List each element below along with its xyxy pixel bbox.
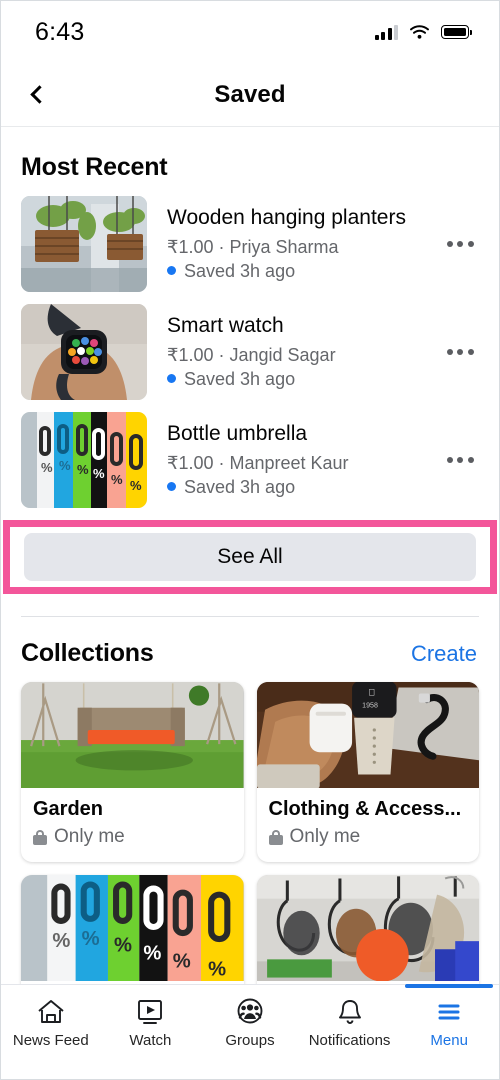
collection-thumbnail <box>256 875 479 981</box>
tab-label: Notifications <box>308 1032 391 1049</box>
page-title: Saved <box>214 80 286 108</box>
phone-screen: 6:43 Saved Most Recent Wooden hanging pl… <box>0 0 500 1080</box>
collection-thumbnail: %% %% %% <box>21 875 244 981</box>
saved-item-info: Bottle umbrella ₹1.00 · Manpreet Kaur Sa… <box>147 421 439 499</box>
collection-privacy: Only me <box>33 826 232 848</box>
saved-item-row[interactable]: Smart watch ₹1.00 · Jangid Sagar Saved 3… <box>1 298 499 406</box>
saved-item-thumbnail <box>21 304 147 400</box>
svg-text:%: % <box>93 466 105 481</box>
svg-text:%: % <box>59 458 71 473</box>
battery-full-icon <box>441 25 472 39</box>
saved-item-timestamp: Saved 3h ago <box>167 475 439 499</box>
video-play-icon <box>134 997 166 1027</box>
status-bar-clock: 6:43 <box>35 17 85 46</box>
saved-item-time-label: Saved 3h ago <box>184 260 296 281</box>
cellular-bars-icon <box>374 24 398 40</box>
tab-label: Watch <box>129 1032 172 1049</box>
unread-dot-icon <box>167 266 176 276</box>
tab-news-feed[interactable]: News Feed <box>1 993 101 1049</box>
svg-text:1958: 1958 <box>362 703 378 710</box>
saved-item-meta: ₹1.00 · Priya Sharma <box>167 236 339 257</box>
collection-card-body: Garden Only me <box>21 788 244 862</box>
collection-privacy-label: Only me <box>54 826 125 847</box>
svg-text:%: % <box>208 959 226 981</box>
saved-item-info: Smart watch ₹1.00 · Jangid Sagar Saved 3… <box>147 313 439 391</box>
tab-menu[interactable]: Menu <box>399 984 499 1049</box>
collection-card[interactable]: Garden Only me <box>21 682 244 862</box>
collection-privacy-label: Only me <box>289 826 361 847</box>
saved-item-menu-button[interactable] <box>439 439 481 481</box>
saved-item-title: Smart watch <box>167 313 284 337</box>
collection-card[interactable]: Backyard Only me <box>256 875 479 984</box>
scroll-content[interactable]: Most Recent Wooden hanging planters ₹1.0… <box>1 127 499 984</box>
active-tab-indicator <box>405 984 493 988</box>
groups-icon <box>234 997 266 1027</box>
lock-icon <box>33 829 47 845</box>
svg-text:%: % <box>77 462 89 477</box>
page-header: Saved <box>1 63 499 127</box>
saved-item-info: Wooden hanging planters ₹1.00 · Priya Sh… <box>147 205 439 283</box>
collections-grid: Garden Only me 1958 Clothing & Access...… <box>1 682 499 984</box>
wifi-icon <box>409 24 430 40</box>
svg-text:%: % <box>52 930 70 952</box>
saved-item-timestamp: Saved 3h ago <box>167 259 439 283</box>
saved-item-menu-button[interactable] <box>439 331 481 373</box>
svg-text::  <box>368 688 375 698</box>
svg-text:%: % <box>82 928 100 950</box>
collection-card-body: Clothing & Access... Only me <box>257 788 480 862</box>
create-collection-link[interactable]: Create <box>411 641 477 667</box>
tab-label: News Feed <box>12 1032 89 1049</box>
tab-label: Groups <box>225 1032 275 1049</box>
svg-text:%: % <box>143 942 161 964</box>
tab-notifications[interactable]: Notifications <box>300 993 400 1049</box>
svg-text:%: % <box>41 460 53 475</box>
saved-item-time-label: Saved 3h ago <box>184 368 296 389</box>
collection-name: Garden <box>33 798 104 820</box>
saved-item-meta: ₹1.00 · Manpreet Kaur <box>167 452 349 473</box>
collection-privacy: Only me <box>268 826 468 848</box>
saved-item-title: Bottle umbrella <box>167 421 308 445</box>
tab-groups[interactable]: Groups <box>200 993 300 1049</box>
saved-item-title: Wooden hanging planters <box>167 205 406 229</box>
saved-item-time-label: Saved 3h ago <box>184 476 296 497</box>
tab-label: Menu <box>430 1032 468 1049</box>
see-all-section: See All <box>1 514 499 594</box>
chevron-left-icon <box>29 85 49 104</box>
saved-item-thumbnail: %% %% %% <box>21 412 147 508</box>
saved-item-row[interactable]: %% %% %% Bottle umbrella ₹1.00 · Manpree… <box>1 406 499 514</box>
lock-icon <box>268 829 283 845</box>
collection-card[interactable]:  1958 Clothing & Access... Only me <box>256 682 480 862</box>
collections-heading: Collections <box>21 639 154 667</box>
unread-dot-icon <box>167 482 176 492</box>
saved-item-menu-button[interactable] <box>439 223 481 265</box>
collections-header: Collections Create <box>1 617 499 682</box>
see-all-highlight-box: See All <box>3 520 497 594</box>
saved-item-meta: ₹1.00 · Jangid Sagar <box>167 344 336 365</box>
svg-text:%: % <box>173 950 191 972</box>
bell-icon <box>334 997 366 1027</box>
see-all-button[interactable]: See All <box>24 533 476 581</box>
svg-text:%: % <box>114 934 132 956</box>
collection-name: Clothing & Access... <box>268 798 462 820</box>
svg-text:%: % <box>111 472 123 487</box>
bottom-tab-bar: News Feed Watch Groups Notifications Men… <box>1 984 499 1079</box>
svg-text:%: % <box>130 478 142 493</box>
collection-card[interactable]: %% %% %% Household Only me <box>21 875 244 984</box>
back-button[interactable] <box>17 75 57 115</box>
collection-thumbnail:  1958 <box>256 682 479 788</box>
most-recent-heading: Most Recent <box>21 153 168 181</box>
status-bar: 6:43 <box>1 1 499 63</box>
tab-watch[interactable]: Watch <box>101 993 201 1049</box>
home-icon <box>35 997 67 1027</box>
unread-dot-icon <box>167 374 176 384</box>
saved-item-timestamp: Saved 3h ago <box>167 367 439 391</box>
saved-item-thumbnail <box>21 196 147 292</box>
saved-item-row[interactable]: Wooden hanging planters ₹1.00 · Priya Sh… <box>1 190 499 298</box>
hamburger-menu-icon <box>433 997 465 1027</box>
status-bar-icons <box>374 24 472 40</box>
collection-thumbnail <box>21 682 244 788</box>
